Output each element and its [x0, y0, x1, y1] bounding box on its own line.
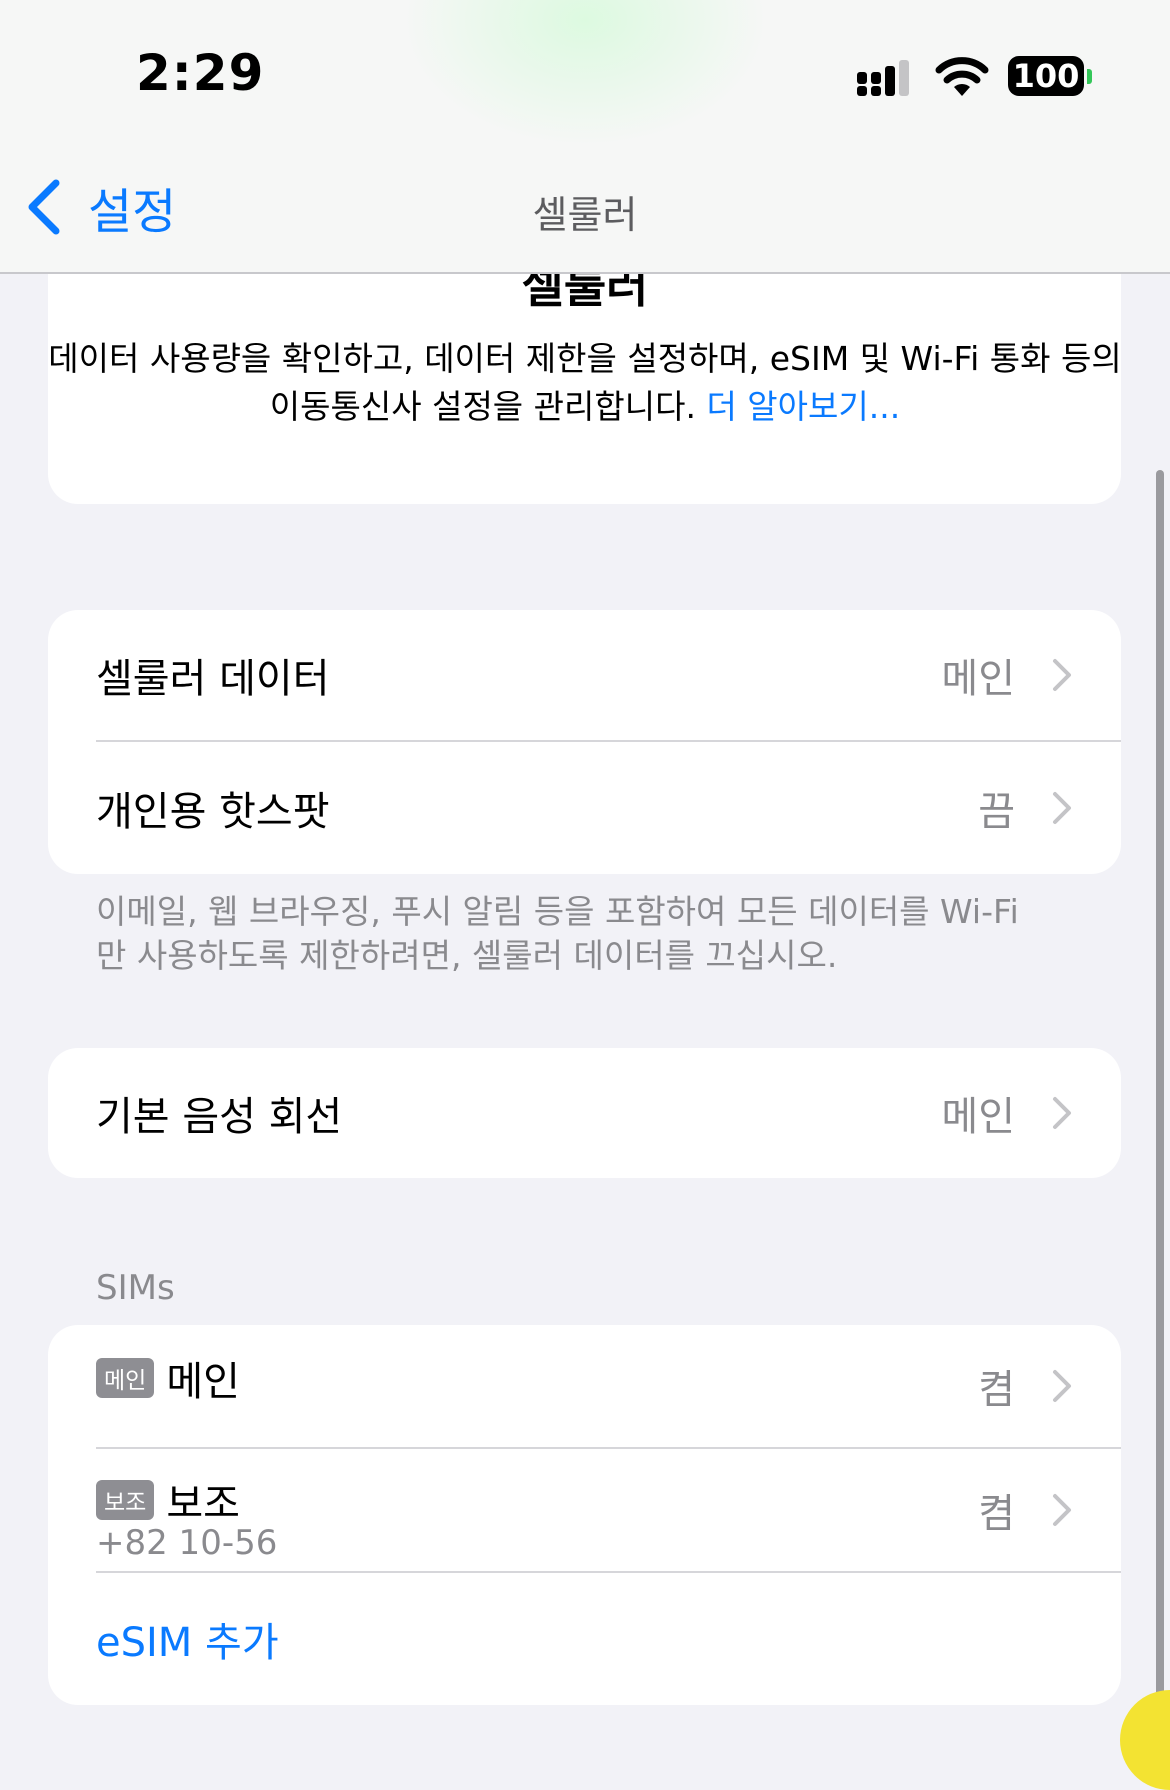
chevron-right-icon: [1053, 659, 1071, 691]
navigation-header: 2:29 100 설정 셀룰러: [0, 0, 1170, 274]
battery-tip: [1087, 69, 1092, 84]
cellular-options-group: 셀룰러 데이터 메인 개인용 핫스팟 끔: [48, 610, 1121, 874]
sim-badge: 보조: [96, 1480, 155, 1520]
chevron-right-icon: [1053, 792, 1071, 824]
battery-icon: 100: [1008, 56, 1092, 98]
sim-row-secondary[interactable]: 보조 보조 +82 10-56 켬: [48, 1449, 1121, 1571]
row-label: 개인용 핫스팟: [96, 789, 330, 835]
sim-title: 보조 보조: [96, 1471, 240, 1529]
sims-group: 메인 메인 켬 보조 보조 +82 10-56 켬 eSIM 추가: [48, 1325, 1121, 1705]
personal-hotspot-row[interactable]: 개인용 핫스팟 끔: [48, 742, 1121, 874]
chevron-right-icon: [1053, 1370, 1071, 1402]
wifi-icon: [935, 57, 989, 96]
cellular-data-footnote: 이메일, 웹 브라우징, 푸시 알림 등을 포함하여 모든 데이터를 Wi-Fi…: [96, 892, 1019, 975]
row-label: 셀룰러 데이터: [96, 656, 330, 702]
sim-name: 메인: [166, 1359, 240, 1405]
cellular-data-row[interactable]: 셀룰러 데이터 메인: [48, 610, 1121, 740]
sim-badge: 메인: [96, 1358, 155, 1398]
sim-title: 메인 메인: [96, 1349, 240, 1407]
chevron-right-icon: [1053, 1494, 1071, 1526]
sim-status: 켬: [978, 1491, 1015, 1537]
chevron-right-icon: [1053, 1097, 1071, 1129]
sim-name: 보조: [166, 1481, 240, 1527]
row-value: 메인: [941, 1094, 1015, 1140]
learn-more-link[interactable]: 더 알아보기...: [706, 387, 900, 426]
cellular-signal-icon: [857, 60, 909, 96]
add-esim-button[interactable]: eSIM 추가: [96, 1610, 279, 1668]
scrollbar[interactable]: [1156, 470, 1164, 1740]
default-voice-line-row[interactable]: 기본 음성 회선 메인: [48, 1048, 1121, 1178]
row-value: 끔: [978, 789, 1015, 835]
voice-line-group: 기본 음성 회선 메인: [48, 1048, 1121, 1178]
row-label: 기본 음성 회선: [96, 1094, 343, 1140]
assistive-touch-blob: [1120, 1690, 1170, 1790]
intro-text: 데이터 사용량을 확인하고, 데이터 제한을 설정하며, eSIM 및 Wi-F…: [48, 339, 1122, 426]
sim-row-main[interactable]: 메인 메인 켬: [48, 1325, 1121, 1447]
sim-number: +82 10-56: [96, 1523, 278, 1563]
page-title: 셀룰러: [532, 193, 638, 237]
intro-description: 데이터 사용량을 확인하고, 데이터 제한을 설정하며, eSIM 및 Wi-F…: [40, 335, 1130, 431]
status-time: 2:29: [136, 44, 265, 102]
battery-level: 100: [1008, 56, 1084, 96]
sims-section-header: SIMs: [96, 1268, 175, 1308]
sim-status: 켬: [978, 1367, 1015, 1413]
row-value: 메인: [941, 656, 1015, 702]
add-esim-row[interactable]: eSIM 추가: [48, 1573, 1121, 1705]
